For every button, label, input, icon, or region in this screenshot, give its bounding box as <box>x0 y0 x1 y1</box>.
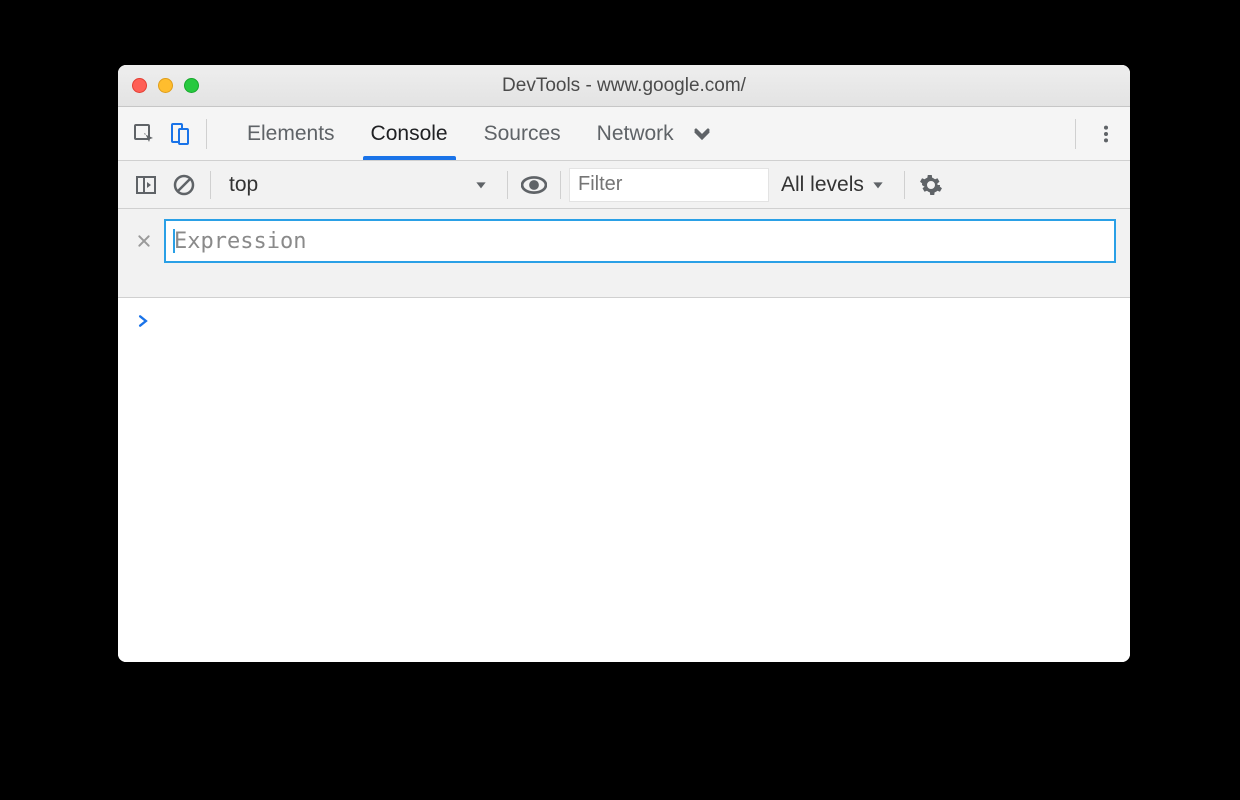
tab-elements[interactable]: Elements <box>245 107 337 160</box>
separator <box>1075 119 1076 149</box>
toggle-sidebar-icon[interactable] <box>128 167 164 203</box>
execution-context-select[interactable]: top <box>219 167 499 203</box>
tab-sources[interactable]: Sources <box>482 107 563 160</box>
inspect-element-icon[interactable] <box>126 116 162 152</box>
separator <box>904 171 905 199</box>
chevron-down-icon <box>473 177 489 193</box>
panel-tabs: Elements Console Sources Network <box>245 107 676 160</box>
expression-input[interactable] <box>172 228 1108 255</box>
tab-console[interactable]: Console <box>369 107 450 160</box>
close-window-button[interactable] <box>132 78 147 93</box>
more-tabs-icon[interactable] <box>684 116 720 152</box>
console-settings-icon[interactable] <box>913 167 949 203</box>
tab-network[interactable]: Network <box>595 107 676 160</box>
chevron-down-icon <box>870 177 886 193</box>
live-expression-icon[interactable] <box>516 167 552 203</box>
kebab-menu-icon[interactable] <box>1088 116 1124 152</box>
console-toolbar: top All levels <box>118 161 1130 209</box>
devtools-window: DevTools - www.google.com/ Elements Cons… <box>118 65 1130 662</box>
levels-label: All levels <box>781 173 864 197</box>
filter-input[interactable] <box>569 168 769 202</box>
tab-label: Sources <box>484 122 561 146</box>
text-cursor <box>173 229 175 253</box>
log-levels-select[interactable]: All levels <box>771 173 896 197</box>
context-label: top <box>229 173 258 197</box>
tab-label: Network <box>597 122 674 146</box>
separator <box>507 171 508 199</box>
device-toolbar-icon[interactable] <box>162 116 198 152</box>
window-titlebar: DevTools - www.google.com/ <box>118 65 1130 107</box>
minimize-window-button[interactable] <box>158 78 173 93</box>
console-body[interactable] <box>118 298 1130 662</box>
separator <box>560 171 561 199</box>
tab-label: Console <box>371 122 448 146</box>
live-expression-bar <box>118 209 1130 298</box>
console-prompt[interactable] <box>132 312 1116 330</box>
tab-label: Elements <box>247 122 335 146</box>
clear-console-icon[interactable] <box>166 167 202 203</box>
separator <box>210 171 211 199</box>
window-controls <box>132 65 199 106</box>
main-toolbar: Elements Console Sources Network <box>118 107 1130 161</box>
zoom-window-button[interactable] <box>184 78 199 93</box>
expression-input-wrap[interactable] <box>164 219 1116 263</box>
window-title: DevTools - www.google.com/ <box>118 75 1130 97</box>
separator <box>206 119 207 149</box>
close-icon[interactable] <box>132 229 156 253</box>
